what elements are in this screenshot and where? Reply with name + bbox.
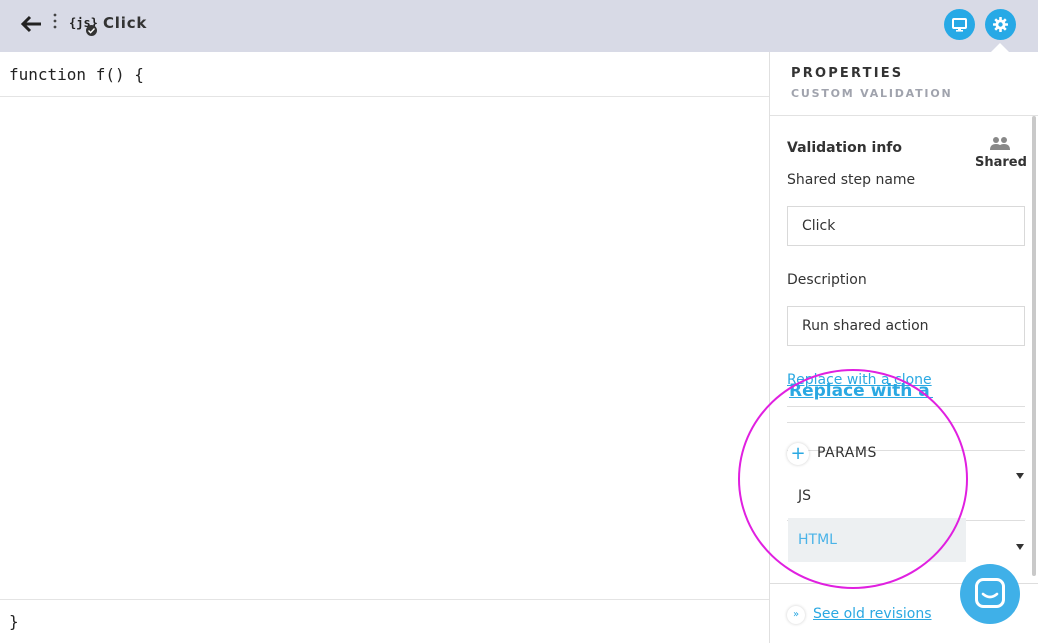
check-badge-icon (86, 25, 97, 36)
editor-divider-top (0, 96, 769, 97)
page-title: Click (103, 14, 148, 32)
code-line-first[interactable]: function f() { (9, 65, 144, 84)
params-label: PARAMS (817, 445, 877, 461)
divider (787, 406, 1025, 407)
replace-with-clone-link-magnified[interactable]: Replace with a clone (789, 381, 933, 401)
plus-icon: + (787, 443, 809, 465)
panel-scrollbar[interactable] (1032, 116, 1036, 576)
option-js[interactable]: JS (788, 474, 966, 518)
panel-title: PROPERTIES (791, 66, 904, 81)
chevron-down-icon[interactable] (1016, 544, 1024, 550)
panel-subtitle: CUSTOM VALIDATION (791, 87, 953, 100)
shared-label[interactable]: Shared (975, 155, 1027, 170)
properties-panel: PROPERTIES CUSTOM VALIDATION Validation … (769, 52, 1038, 643)
chevron-down-icon[interactable] (1016, 473, 1024, 479)
step-name-input[interactable] (787, 206, 1025, 246)
preview-button[interactable] (944, 9, 975, 40)
kebab-menu-icon[interactable] (51, 12, 59, 32)
description-input[interactable] (787, 306, 1025, 346)
monitor-icon (952, 18, 967, 32)
add-params-button[interactable]: + PARAMS (787, 442, 987, 466)
back-arrow-icon[interactable] (20, 14, 42, 34)
option-html[interactable]: HTML (788, 518, 966, 562)
code-line-last[interactable]: } (9, 612, 19, 631)
divider (787, 422, 1025, 423)
chat-launcher-button[interactable] (960, 564, 1020, 624)
users-icon[interactable] (988, 136, 1012, 152)
settings-button[interactable] (985, 9, 1016, 40)
editor-divider-bottom (0, 599, 769, 600)
step-name-label: Shared step name (787, 172, 916, 188)
top-toolbar: {js} Click (0, 0, 1038, 52)
panel-header: PROPERTIES CUSTOM VALIDATION (770, 52, 1038, 116)
js-script-icon: {js} (69, 14, 99, 36)
chat-icon (975, 578, 1005, 608)
gear-icon (993, 17, 1008, 32)
description-label: Description (787, 272, 867, 288)
double-chevron-right-icon: » (787, 606, 805, 624)
validation-info-label: Validation info (787, 140, 903, 156)
code-editor[interactable]: function f() { } (0, 52, 769, 643)
see-old-revisions-link[interactable]: See old revisions (813, 606, 932, 622)
settings-tab-pointer (991, 43, 1009, 52)
